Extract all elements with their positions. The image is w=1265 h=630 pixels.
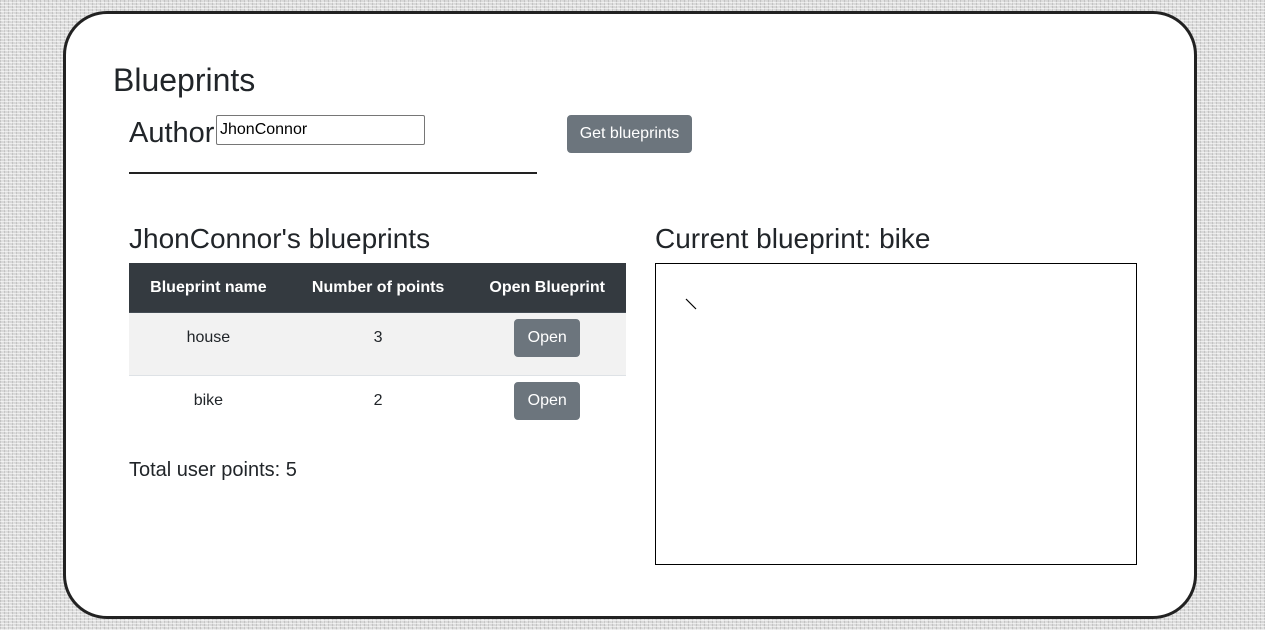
author-input[interactable] bbox=[216, 115, 425, 145]
author-label: Author bbox=[129, 117, 215, 149]
blueprint-line bbox=[685, 298, 697, 310]
column-header-open: Open Blueprint bbox=[468, 263, 626, 313]
blueprint-points-cell: 3 bbox=[287, 312, 469, 376]
current-blueprint-title: Current blueprint: bike bbox=[655, 223, 931, 254]
open-house-button[interactable]: Open bbox=[514, 319, 581, 357]
blueprints-table: Blueprint name Number of points Open Blu… bbox=[129, 263, 626, 439]
blueprint-drawing bbox=[685, 298, 697, 310]
open-cell: Open bbox=[468, 375, 626, 439]
open-bike-button[interactable]: Open bbox=[514, 382, 581, 420]
table-header-row: Blueprint name Number of points Open Blu… bbox=[129, 263, 626, 313]
divider bbox=[129, 172, 537, 174]
blueprints-list-title: JhonConnor's blueprints bbox=[129, 223, 431, 254]
column-header-points: Number of points bbox=[287, 263, 469, 313]
blueprint-name-cell: bike bbox=[129, 375, 288, 439]
page-title: Blueprints bbox=[113, 62, 256, 98]
column-header-name: Blueprint name bbox=[129, 263, 288, 313]
table-row: bike 2 Open bbox=[129, 375, 626, 439]
open-cell: Open bbox=[468, 312, 626, 376]
get-blueprints-button[interactable]: Get blueprints bbox=[567, 115, 692, 153]
blueprint-points-cell: 2 bbox=[287, 375, 469, 439]
main-card: Blueprints Author Get blueprints JhonCon… bbox=[63, 11, 1197, 619]
total-user-points: Total user points: 5 bbox=[129, 459, 297, 481]
blueprint-canvas[interactable] bbox=[655, 263, 1137, 565]
table-row: house 3 Open bbox=[129, 312, 626, 376]
blueprint-name-cell: house bbox=[129, 312, 288, 376]
